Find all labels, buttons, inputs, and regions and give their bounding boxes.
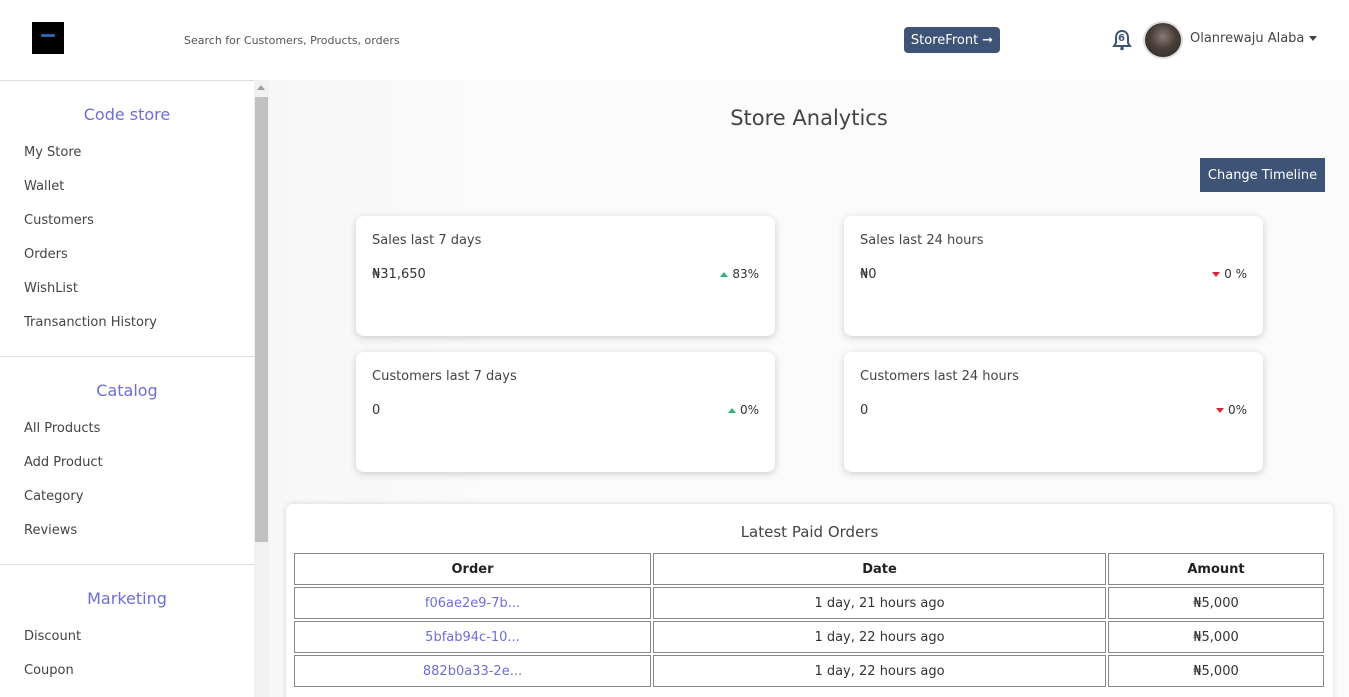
section-title: Code store bbox=[83, 105, 171, 124]
card-sales-24-hours: Sales last 24 hours ₦0 0 % bbox=[844, 216, 1263, 336]
change-value: 83% bbox=[732, 267, 759, 281]
username-label: Olanrewaju Alaba bbox=[1190, 31, 1305, 46]
sidebar-item-customers[interactable]: Customers bbox=[0, 210, 254, 244]
card-title: Sales last 7 days bbox=[372, 233, 482, 248]
column-header-order: Order bbox=[294, 553, 651, 585]
card-title: Customers last 24 hours bbox=[860, 369, 1019, 384]
change-value: 0% bbox=[739, 403, 759, 417]
order-date: 1 day, 21 hours ago bbox=[653, 587, 1106, 619]
scroll-up-icon[interactable] bbox=[257, 85, 265, 90]
sidebar-item-wallet[interactable]: Wallet bbox=[0, 176, 254, 210]
order-id-link[interactable]: 5bfab94c-10... bbox=[294, 621, 651, 653]
logo-mark-icon bbox=[41, 33, 55, 37]
storefront-label: StoreFront bbox=[910, 32, 979, 48]
card-value: ₦0 bbox=[860, 267, 877, 282]
card-sales-7-days: Sales last 7 days ₦31,650 83% bbox=[356, 216, 775, 336]
sidebar: Code store My Store Wallet Customers Ord… bbox=[0, 80, 254, 697]
column-header-date: Date bbox=[653, 553, 1106, 585]
change-value: 0% bbox=[1227, 403, 1247, 417]
order-id-link[interactable]: f06ae2e9-7b... bbox=[294, 587, 651, 619]
top-header: StoreFront ➞ 6 Olanrewaju Alaba bbox=[0, 0, 1349, 80]
card-value: ₦31,650 bbox=[372, 267, 426, 282]
card-change: 83% bbox=[720, 267, 759, 281]
change-value: 0 % bbox=[1224, 267, 1247, 281]
arrow-right-icon: ➞ bbox=[982, 32, 994, 48]
search-input[interactable] bbox=[184, 30, 584, 50]
section-title: Catalog bbox=[96, 381, 158, 400]
sidebar-item-category[interactable]: Category bbox=[0, 486, 254, 520]
card-title: Customers last 7 days bbox=[372, 369, 517, 384]
order-id-link[interactable]: 882b0a33-2e... bbox=[294, 655, 651, 687]
divider bbox=[0, 356, 254, 357]
card-customers-24-hours: Customers last 24 hours 0 0% bbox=[844, 352, 1263, 472]
avatar[interactable] bbox=[1143, 21, 1183, 59]
card-customers-7-days: Customers last 7 days 0 0% bbox=[356, 352, 775, 472]
card-change: 0% bbox=[1215, 403, 1247, 417]
card-value: 0 bbox=[860, 403, 869, 418]
page-title: Store Analytics bbox=[730, 106, 888, 130]
sidebar-scrollbar[interactable] bbox=[254, 80, 269, 697]
main-content: Store Analytics Change Timeline Sales la… bbox=[269, 80, 1349, 697]
store-logo[interactable] bbox=[32, 22, 64, 54]
card-change: 0% bbox=[727, 403, 759, 417]
order-amount: ₦5,000 bbox=[1108, 655, 1324, 687]
scroll-thumb[interactable] bbox=[255, 97, 268, 542]
sidebar-item-orders[interactable]: Orders bbox=[0, 244, 254, 278]
orders-table: Order Date Amount f06ae2e9-7b... 1 day, … bbox=[292, 551, 1326, 689]
section-code-store: Code store My Store Wallet Customers Ord… bbox=[0, 105, 254, 357]
trend-up-icon bbox=[720, 271, 729, 277]
user-menu[interactable]: Olanrewaju Alaba bbox=[1190, 31, 1318, 46]
notification-count: 6 bbox=[1118, 33, 1125, 44]
table-row: 5bfab94c-10... 1 day, 22 hours ago ₦5,00… bbox=[294, 621, 1324, 653]
sidebar-item-add-product[interactable]: Add Product bbox=[0, 452, 254, 486]
table-row: 882b0a33-2e... 1 day, 22 hours ago ₦5,00… bbox=[294, 655, 1324, 687]
card-value: 0 bbox=[372, 403, 381, 418]
trend-down-icon bbox=[1212, 271, 1221, 277]
card-title: Sales last 24 hours bbox=[860, 233, 984, 248]
sidebar-item-wishlist[interactable]: WishList bbox=[0, 278, 254, 312]
order-date: 1 day, 22 hours ago bbox=[653, 655, 1106, 687]
card-change: 0 % bbox=[1212, 267, 1247, 281]
latest-orders-panel: Latest Paid Orders Order Date Amount f06… bbox=[286, 504, 1333, 697]
order-amount: ₦5,000 bbox=[1108, 621, 1324, 653]
section-title: Marketing bbox=[87, 589, 167, 608]
sidebar-item-my-store[interactable]: My Store bbox=[0, 142, 254, 176]
orders-title: Latest Paid Orders bbox=[740, 523, 879, 541]
divider bbox=[0, 564, 254, 565]
bell-icon[interactable]: 6 bbox=[1111, 29, 1133, 51]
sidebar-item-discount[interactable]: Discount bbox=[0, 626, 254, 660]
sidebar-item-transaction-history[interactable]: Transanction History bbox=[0, 312, 254, 346]
section-marketing: Marketing Discount Coupon bbox=[0, 589, 254, 694]
storefront-button[interactable]: StoreFront ➞ bbox=[904, 27, 1000, 53]
change-timeline-button[interactable]: Change Timeline bbox=[1200, 158, 1325, 192]
sidebar-item-reviews[interactable]: Reviews bbox=[0, 520, 254, 554]
column-header-amount: Amount bbox=[1108, 553, 1324, 585]
section-catalog: Catalog All Products Add Product Categor… bbox=[0, 381, 254, 565]
table-row: f06ae2e9-7b... 1 day, 21 hours ago ₦5,00… bbox=[294, 587, 1324, 619]
sidebar-item-all-products[interactable]: All Products bbox=[0, 418, 254, 452]
trend-down-icon bbox=[1215, 407, 1224, 413]
caret-down-icon bbox=[1309, 36, 1318, 41]
trend-up-icon bbox=[727, 407, 736, 413]
order-amount: ₦5,000 bbox=[1108, 587, 1324, 619]
table-header-row: Order Date Amount bbox=[294, 553, 1324, 585]
order-date: 1 day, 22 hours ago bbox=[653, 621, 1106, 653]
sidebar-item-coupon[interactable]: Coupon bbox=[0, 660, 254, 694]
